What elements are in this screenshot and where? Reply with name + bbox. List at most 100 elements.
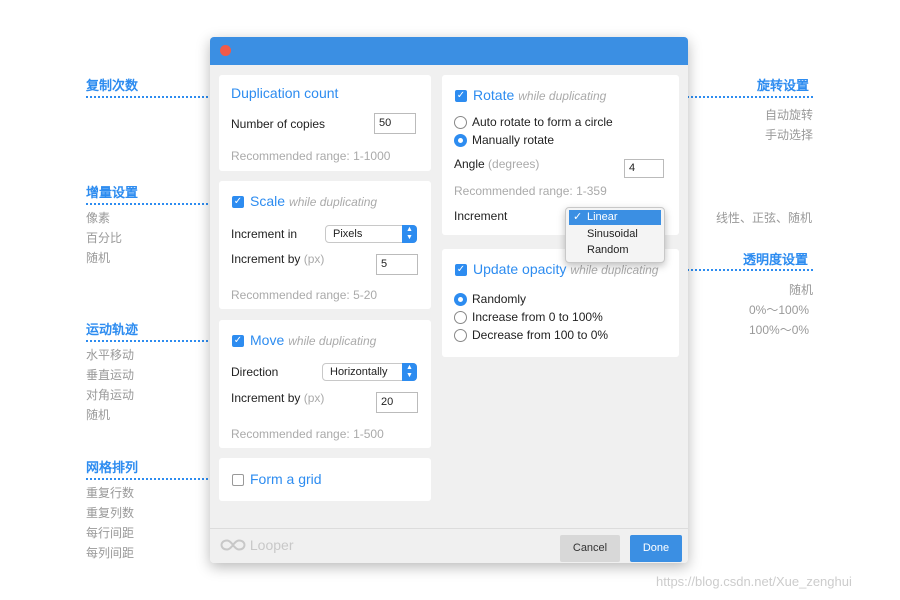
annotation-item: 重复列数: [86, 506, 135, 520]
panel-title-text: Form a grid: [250, 471, 322, 487]
select-arrows-icon: ▲ ▼: [402, 363, 417, 381]
direction-select[interactable]: Horizontally ▲ ▼: [322, 363, 417, 381]
option-text: Sinusoidal: [587, 228, 638, 240]
opacity-decrease-label: Decrease from 100 to 0%: [472, 328, 609, 342]
annotation-item: 水平移动: [86, 348, 135, 362]
increment-by-input[interactable]: 20: [376, 392, 418, 413]
annotation-item: 手动选择: [765, 128, 814, 142]
increment-dropdown[interactable]: ✓ Linear Sinusoidal Random: [565, 207, 665, 263]
option-text: Random: [587, 244, 629, 256]
annotation-title-rotate: 旋转设置: [757, 78, 810, 93]
done-button[interactable]: Done: [630, 535, 682, 562]
annotation-item: 100%～0%: [749, 323, 810, 337]
copies-input[interactable]: 50: [374, 113, 416, 134]
increment-option-random[interactable]: Random: [569, 243, 661, 258]
panel-title-text: Duplication count: [231, 85, 339, 101]
range-hint: Recommended range: 5-20: [231, 288, 378, 302]
scale-checkbox[interactable]: ✓: [232, 196, 244, 208]
manual-rotate-radio[interactable]: [454, 134, 467, 147]
panel-title: Duplication count: [231, 85, 338, 101]
panel-title-text: Scale: [250, 193, 286, 209]
increment-in-label: Increment in: [231, 227, 298, 241]
annotation-connector: [86, 203, 228, 205]
annotation-item: 0%～100%: [749, 303, 810, 317]
annotation-item: 线性、正弦、随机: [716, 211, 813, 225]
panel-subtitle: while duplicating: [518, 89, 607, 103]
logo-text: Looper: [249, 537, 294, 553]
label-text: Angle: [454, 157, 485, 171]
annotation-item: 随机: [86, 251, 111, 265]
panel-title: Rotate while duplicating: [473, 87, 606, 103]
range-hint: Recommended range: 1-500: [231, 427, 384, 441]
annotation-item: 随机: [789, 283, 814, 297]
label-text: Increment by: [231, 252, 301, 266]
annotation-item: 自动旋转: [765, 108, 814, 122]
checkmark-icon: ✓: [573, 211, 583, 223]
annotation-item: 百分比: [86, 231, 123, 245]
opacity-increase-radio[interactable]: [454, 311, 467, 324]
increment-option-sinusoidal[interactable]: Sinusoidal: [569, 227, 661, 242]
angle-input[interactable]: 4: [624, 159, 664, 178]
looper-logo: Looper: [220, 537, 293, 553]
unit-text: (px): [303, 391, 325, 405]
panel-subtitle: while duplicating: [289, 195, 378, 209]
panel-title: Update opacity while duplicating: [473, 261, 658, 277]
range-hint: Recommended range: 1-1000: [231, 149, 391, 163]
title-bar: [210, 37, 688, 65]
unit-text: (degrees): [488, 157, 540, 171]
close-window-button[interactable]: [220, 45, 231, 56]
opacity-random-radio[interactable]: [454, 293, 467, 306]
opacity-decrease-radio[interactable]: [454, 329, 467, 342]
select-value: Horizontally: [330, 366, 388, 378]
infinity-icon: [220, 539, 246, 551]
annotation-connector: [670, 269, 813, 271]
annotation-title-motion: 运动轨迹: [86, 322, 139, 337]
watermark: https://blog.csdn.net/Xue_zenghui: [656, 574, 852, 589]
opacity-increase-label: Increase from 0 to 100%: [472, 310, 603, 324]
annotation-item: 每行间距: [86, 526, 135, 540]
move-panel: ✓ Move while duplicating Direction Horizo…: [219, 320, 431, 448]
select-arrows-icon: ▲ ▼: [402, 225, 417, 243]
annotation-title-opacity: 透明度设置: [743, 252, 809, 267]
annotation-connector: [86, 96, 228, 98]
opacity-checkbox[interactable]: ✓: [455, 264, 467, 276]
looper-dialog: Duplication count Number of copies 50 Re…: [210, 37, 688, 563]
cancel-button[interactable]: Cancel: [560, 535, 620, 562]
panel-subtitle: while duplicating: [288, 334, 377, 348]
annotation-item: 随机: [86, 408, 111, 422]
increment-label: Increment: [454, 209, 508, 223]
grid-checkbox[interactable]: [232, 474, 244, 486]
annotation-title-grid: 网格排列: [86, 460, 139, 475]
increment-by-label: Increment by (px): [231, 252, 324, 266]
panel-title: Scale while duplicating: [250, 193, 377, 209]
option-text: Linear: [587, 211, 618, 223]
rotate-checkbox[interactable]: ✓: [455, 90, 467, 102]
duplication-panel: Duplication count Number of copies 50 Re…: [219, 75, 431, 171]
annotation-connector: [86, 340, 228, 342]
auto-rotate-radio[interactable]: [454, 116, 467, 129]
increment-in-select[interactable]: Pixels ▲ ▼: [325, 225, 417, 243]
annotation-title-increment: 增量设置: [86, 185, 139, 200]
increment-option-linear[interactable]: ✓ Linear: [569, 210, 661, 225]
auto-rotate-label: Auto rotate to form a circle: [472, 115, 613, 129]
panel-title: Form a grid: [250, 471, 322, 487]
panel-title: Move while duplicating: [250, 332, 376, 348]
panel-title-text: Rotate: [473, 87, 515, 103]
range-hint: Recommended range: 1-359: [454, 184, 607, 198]
direction-label: Direction: [231, 365, 279, 379]
select-value: Pixels: [333, 228, 363, 240]
dialog-footer: Looper Cancel Done: [210, 528, 688, 563]
annotation-item: 每列间距: [86, 546, 135, 560]
increment-by-input[interactable]: 5: [376, 254, 418, 275]
annotation-item: 重复行数: [86, 486, 135, 500]
annotation-connector: [86, 478, 228, 480]
annotation-item: 对角运动: [86, 388, 135, 402]
move-checkbox[interactable]: ✓: [232, 335, 244, 347]
manual-rotate-label: Manually rotate: [472, 133, 555, 147]
increment-by-label: Increment by (px): [231, 391, 324, 405]
opacity-random-label: Randomly: [472, 292, 527, 306]
copies-label: Number of copies: [231, 117, 326, 131]
panel-title-text: Move: [250, 332, 285, 348]
annotation-title-duplication: 复制次数: [86, 78, 139, 93]
label-text: Increment by: [231, 391, 301, 405]
